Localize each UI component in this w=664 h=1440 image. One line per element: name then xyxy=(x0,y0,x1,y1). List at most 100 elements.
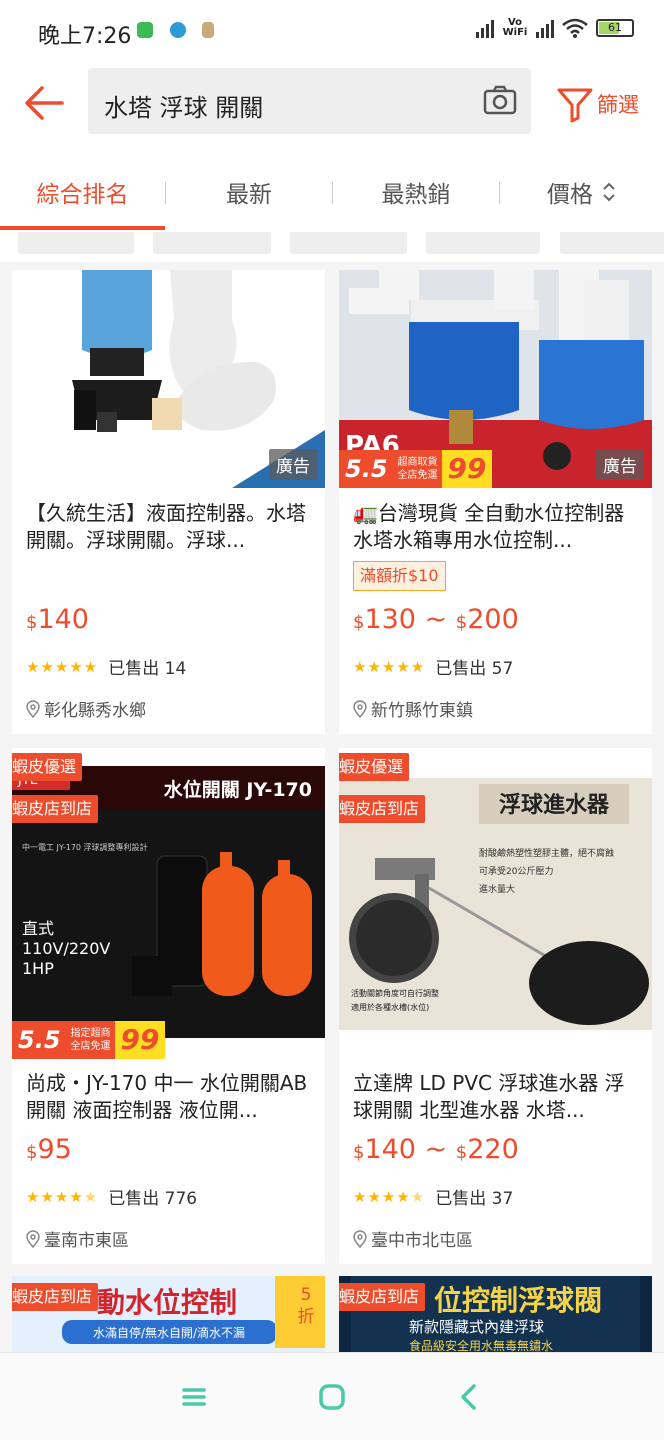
filter-funnel-icon xyxy=(557,88,593,123)
flash-sale-banner: 5.5 超商取貨 全店免運 99 xyxy=(339,450,493,488)
product-location: 臺南市東區 xyxy=(26,1226,129,1251)
filter-chip[interactable] xyxy=(290,232,407,254)
product-card[interactable]: 蝦皮優選 蝦皮店到店 水位開關 JY-170 JYE 中一電工 JY-170 浮… xyxy=(12,748,325,1264)
product-rating: ★★★★★ 已售出 37 xyxy=(353,1184,514,1210)
product-title: 尚成・JY-170 中一 水位開關AB開關 液面控制器 液位開... xyxy=(26,1071,308,1122)
filter-chip-bar xyxy=(0,232,664,262)
product-title: 🚛台灣現貨 全自動水位控制器 水塔水箱專用水位控制... xyxy=(353,501,625,552)
product-card[interactable]: 廣告 【久統生活】液面控制器。水塔開關。浮球開關。浮球... $140 ★★★★… xyxy=(12,270,325,734)
sold-count: 已售出 14 xyxy=(108,659,187,679)
filter-button[interactable]: 篩選 xyxy=(555,82,655,126)
star-rating-icon: ★★★★★ xyxy=(353,657,426,676)
location-pin-icon xyxy=(353,699,367,718)
shopee-preferred-badge: 蝦皮優選 xyxy=(339,753,410,781)
star-rating-icon: ★★★★★ xyxy=(26,657,99,676)
cell-signal-icon xyxy=(476,18,494,38)
product-location: 新竹縣竹東鎮 xyxy=(353,696,473,721)
sold-count: 已售出 37 xyxy=(435,1189,514,1209)
product-price: $130 ~ $200 xyxy=(353,604,519,635)
tab-relevance[interactable]: 綜合排名 xyxy=(0,152,165,232)
search-input[interactable]: 水塔 浮球 開關 xyxy=(88,68,531,134)
filter-chip[interactable] xyxy=(426,232,540,254)
product-price: $95 xyxy=(26,1134,72,1165)
star-rating-icon: ★★★★★ xyxy=(353,1187,426,1206)
filter-chip[interactable] xyxy=(560,232,664,254)
product-title: 【久統生活】液面控制器。水塔開關。浮球開關。浮球... xyxy=(26,501,306,552)
back-nav-icon[interactable] xyxy=(452,1379,488,1415)
back-arrow-icon[interactable] xyxy=(22,80,68,126)
wifi-icon xyxy=(562,18,588,38)
image-heading: 位控制浮球閥 xyxy=(434,1284,602,1317)
location-pin-icon xyxy=(26,699,40,718)
line-app-icon xyxy=(137,22,153,38)
battery-level: 61 xyxy=(608,21,622,34)
image-heading: 水位開關 JY-170 xyxy=(164,778,312,801)
vowifi-label: Vo WiFi xyxy=(502,17,528,38)
product-title: 立達牌 LD PVC 浮球進水器 浮球開關 北型進水器 水塔... xyxy=(353,1071,625,1122)
cell-signal-icon-2 xyxy=(536,18,554,38)
image-spec-1: 直式 xyxy=(22,919,54,938)
product-image: PA6 5.5 超商取貨 全店免運 99 廣告 xyxy=(339,270,652,488)
location-pin-icon xyxy=(26,1229,40,1248)
shopee-store-pickup-badge: 蝦皮店到店 xyxy=(12,795,99,823)
image-heading: 浮球進水器 xyxy=(499,792,610,818)
product-price: $140 ~ $220 xyxy=(353,1134,519,1165)
image-caption-1: 活動關節角度可自行調整 xyxy=(351,988,439,998)
product-card[interactable]: PA6 5.5 超商取貨 全店免運 99 廣告 🚛台灣現貨 全自動水位控制器 水塔… xyxy=(339,270,652,734)
product-location: 彰化縣秀水鄉 xyxy=(26,696,146,721)
search-query-text: 水塔 浮球 開關 xyxy=(104,94,264,122)
discount-tag: 5折 xyxy=(275,1276,325,1348)
image-sub: 水滿自停/無水自開/滴水不漏 xyxy=(93,1325,245,1340)
image-spec-2: 110V/220V xyxy=(22,939,110,958)
sort-bar: 綜合排名 最新 最熱銷 價格 xyxy=(0,152,664,232)
tab-label: 綜合排名 xyxy=(36,182,129,208)
home-icon[interactable] xyxy=(314,1379,350,1415)
sold-count: 已售出 776 xyxy=(108,1189,198,1209)
product-image: 廣告 xyxy=(12,270,325,488)
shopee-store-pickup-badge: 蝦皮店到店 xyxy=(339,1283,426,1311)
shopee-preferred-badge: 蝦皮優選 xyxy=(12,753,83,781)
status-bar: 晚上7:26 Vo WiFi 61 xyxy=(0,0,664,62)
tab-top-sales[interactable]: 最熱銷 xyxy=(333,152,499,232)
tab-label: 價格 xyxy=(547,182,593,208)
tab-label: 最熱銷 xyxy=(381,182,451,208)
product-price: $140 xyxy=(26,604,89,635)
system-nav-bar xyxy=(0,1352,664,1440)
image-line-3: 進水量大 xyxy=(479,883,515,895)
tab-latest[interactable]: 最新 xyxy=(166,152,332,232)
filter-label: 篩選 xyxy=(597,93,639,117)
trophy-app-icon xyxy=(202,22,214,38)
status-time: 晚上7:26 xyxy=(38,24,132,49)
tab-price[interactable]: 價格 xyxy=(500,152,664,232)
product-rating: ★★★★★ 已售出 14 xyxy=(26,654,187,680)
product-card[interactable]: 位控制浮球閥 新款隱藏式內建浮球 食品級安全用水無毒無鏽水 蝦皮店到店 xyxy=(339,1276,652,1352)
active-tab-indicator xyxy=(0,226,165,230)
image-sub: 新款隱藏式內建浮球 xyxy=(409,1318,544,1336)
battery-icon: 61 xyxy=(596,19,634,37)
star-rating-icon: ★★★★★ xyxy=(26,1187,99,1206)
shopee-store-pickup-badge: 蝦皮店到店 xyxy=(12,1283,99,1311)
discount-voucher-badge: 滿額折$10 xyxy=(353,561,446,591)
product-card[interactable]: 動水位控制 水滿自停/無水自開/滴水不漏 蝦皮店到店 5折 xyxy=(12,1276,325,1352)
shield-app-icon xyxy=(170,22,186,38)
sold-count: 已售出 57 xyxy=(435,659,514,679)
location-pin-icon xyxy=(353,1229,367,1248)
product-rating: ★★★★★ 已售出 57 xyxy=(353,654,514,680)
filter-chip[interactable] xyxy=(153,232,271,254)
product-location: 臺中市北屯區 xyxy=(353,1226,473,1251)
menu-icon[interactable] xyxy=(176,1379,212,1415)
product-rating: ★★★★★ 已售出 776 xyxy=(26,1184,198,1210)
filter-chip[interactable] xyxy=(18,232,134,254)
product-card[interactable]: 蝦皮優選 蝦皮店到店 浮球進水器 耐酸鹼熱塑性塑膠主體，絕不腐蝕 可承受20公斤… xyxy=(339,748,652,1264)
shopee-store-pickup-badge: 蝦皮店到店 xyxy=(339,795,426,823)
ad-label: 廣告 xyxy=(269,449,317,480)
image-line-2: 可承受20公斤壓力 xyxy=(479,865,553,877)
sort-updown-icon xyxy=(603,182,615,202)
flash-sale-banner: 5.5 指定超商 全店免運 99 xyxy=(12,1021,166,1059)
image-note: 中一電工 JY-170 浮球調整專利設計 xyxy=(22,842,148,852)
image-line-1: 耐酸鹼熱塑性塑膠主體，絕不腐蝕 xyxy=(479,847,614,859)
ad-label: 廣告 xyxy=(596,449,644,480)
image-spec-3: 1HP xyxy=(22,959,54,978)
image-heading: 動水位控制 xyxy=(97,1286,237,1319)
camera-icon[interactable] xyxy=(483,84,517,116)
